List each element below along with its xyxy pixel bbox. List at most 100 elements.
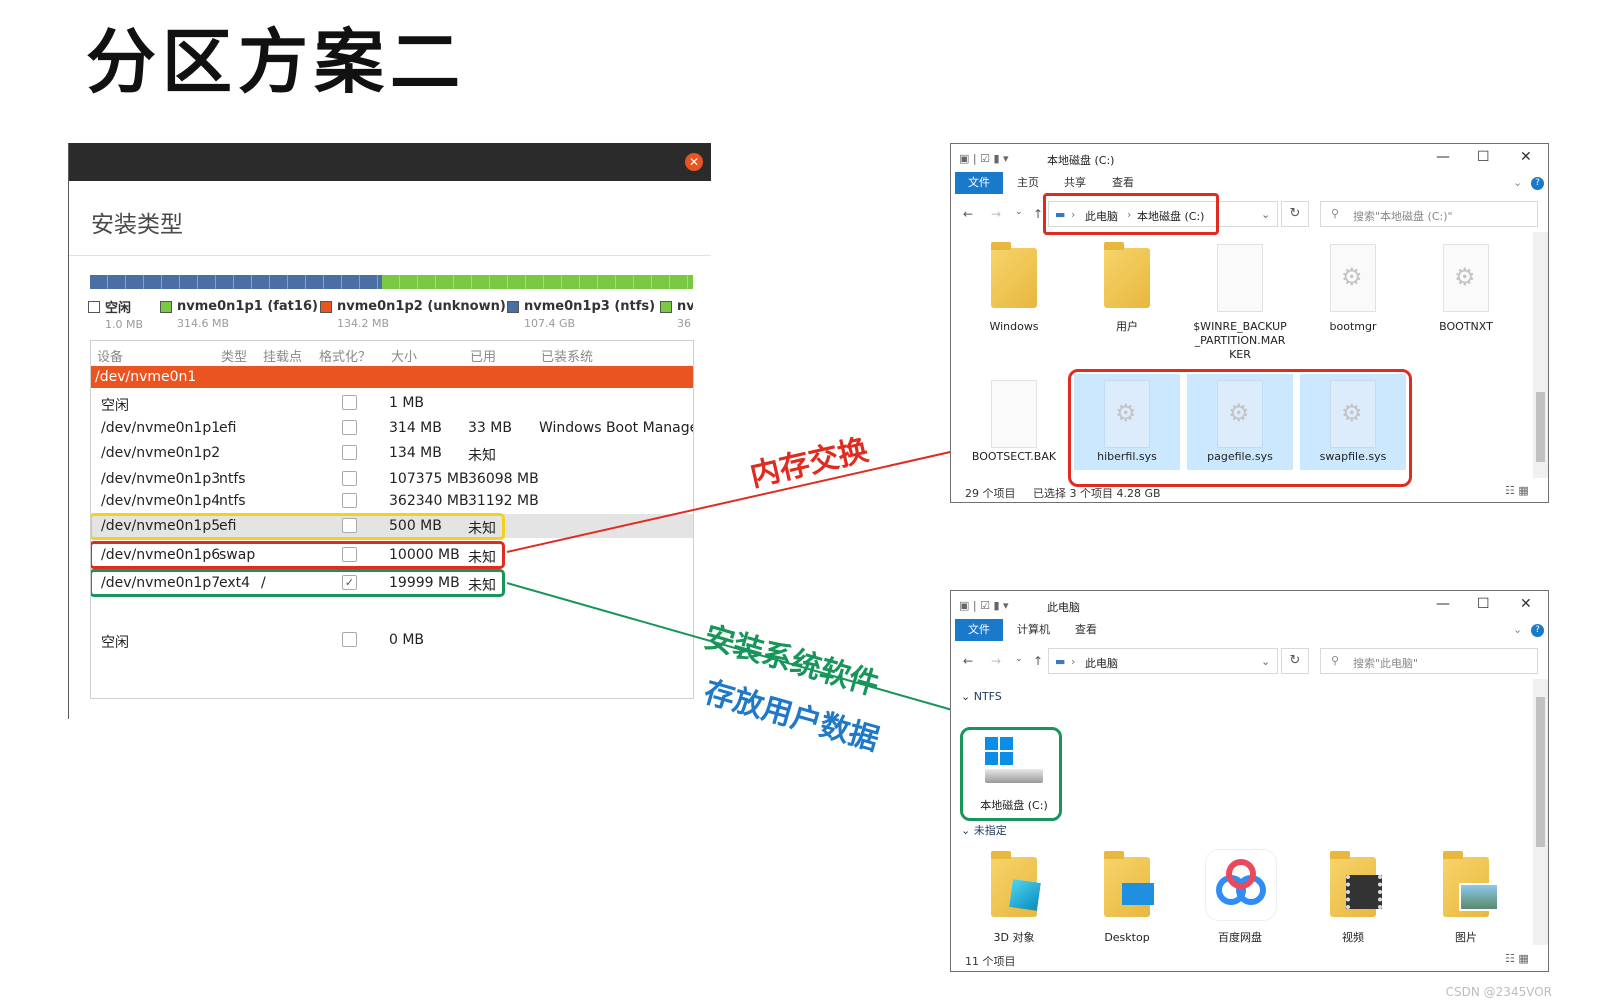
folder-item[interactable]: 图片 bbox=[1413, 849, 1519, 945]
help-icon[interactable]: ? bbox=[1531, 177, 1544, 190]
address-bar[interactable]: ▬ › 此电脑 ⌄ bbox=[1048, 648, 1278, 674]
view-toggle-icons[interactable]: ☷ ▦ bbox=[1505, 952, 1529, 965]
file-item[interactable]: ⚙ bootmgr bbox=[1300, 240, 1406, 336]
forward-arrow-icon[interactable]: → bbox=[991, 654, 1001, 668]
folder-item[interactable]: Desktop bbox=[1074, 849, 1180, 945]
chevron-down-icon[interactable]: ⌄ bbox=[1261, 208, 1270, 221]
forward-arrow-icon[interactable]: → bbox=[991, 207, 1001, 221]
search-input[interactable]: ⚲ 搜索"本地磁盘 (C:)" bbox=[1320, 201, 1538, 227]
item-label: Windows bbox=[989, 320, 1039, 333]
tab-home[interactable]: 主页 bbox=[1017, 172, 1039, 194]
tab-computer[interactable]: 计算机 bbox=[1017, 619, 1050, 641]
folder-desktop-icon bbox=[1104, 851, 1154, 917]
folder-item[interactable]: 百度网盘 bbox=[1187, 849, 1293, 945]
file-item[interactable]: ⚙ BOOTNXT bbox=[1413, 240, 1519, 336]
maximize-icon[interactable]: ☐ bbox=[1477, 596, 1490, 612]
search-placeholder: 搜索"此电脑" bbox=[1353, 657, 1419, 670]
folder-3d-objects-icon bbox=[991, 851, 1041, 917]
scrollbar[interactable] bbox=[1533, 232, 1548, 478]
group-label: 未指定 bbox=[973, 824, 1007, 837]
search-icon: ⚲ bbox=[1331, 654, 1340, 667]
watermark-bottom: CSDN @2345VOR bbox=[1445, 985, 1552, 999]
file-icon bbox=[1217, 244, 1263, 312]
file-icon bbox=[991, 380, 1037, 448]
window-title: 此电脑 bbox=[1047, 601, 1080, 614]
scrollbar-thumb[interactable] bbox=[1536, 697, 1545, 847]
explorer-window-c: ▣ | ☑ ▮ ▾ 本地磁盘 (C:) — ☐ ✕ 文件 主页 共享 查看 ⌄ … bbox=[950, 143, 1549, 503]
item-label: BOOTNXT bbox=[1439, 320, 1493, 333]
refresh-icon[interactable]: ↻ bbox=[1281, 648, 1309, 674]
close-icon[interactable]: ✕ bbox=[1520, 149, 1532, 165]
maximize-icon[interactable]: ☐ bbox=[1477, 149, 1490, 165]
up-arrow-icon[interactable]: ↑ bbox=[1033, 207, 1043, 221]
item-label: 图片 bbox=[1455, 931, 1477, 944]
baidu-netdisk-icon bbox=[1205, 849, 1277, 921]
chevron-right-icon: › bbox=[1071, 655, 1076, 668]
window-title: 本地磁盘 (C:) bbox=[1047, 154, 1115, 167]
tab-view[interactable]: 查看 bbox=[1112, 172, 1134, 194]
search-input[interactable]: ⚲ 搜索"此电脑" bbox=[1320, 648, 1538, 674]
chevron-down-icon: ⌄ bbox=[961, 690, 974, 703]
tab-file[interactable]: 文件 bbox=[955, 619, 1003, 641]
item-label: 视频 bbox=[1342, 931, 1364, 944]
folder-item[interactable]: 3D 对象 bbox=[961, 849, 1067, 945]
scrollbar[interactable] bbox=[1533, 679, 1548, 945]
system-file-icon: ⚙ bbox=[1443, 244, 1489, 312]
folder-icon bbox=[1104, 242, 1150, 308]
item-label: 百度网盘 bbox=[1218, 931, 1262, 944]
folder-icon bbox=[991, 242, 1037, 308]
status-item-count: 11 个项目 bbox=[965, 955, 1016, 968]
group-header-unassigned[interactable]: ⌄ 未指定 bbox=[961, 822, 1007, 838]
navigation-bar: ← → ⌄ ↑ ▬ › 此电脑 › 本地磁盘 (C:) ⌄ ↻ ⚲ 搜索"本地磁… bbox=[951, 199, 1548, 229]
window-titlebar: ▣ | ☑ ▮ ▾ 本地磁盘 (C:) — ☐ ✕ bbox=[951, 144, 1548, 172]
chevron-down-icon: ⌄ bbox=[961, 824, 974, 837]
recent-dropdown-icon[interactable]: ⌄ bbox=[1015, 654, 1023, 664]
item-label: bootmgr bbox=[1329, 320, 1377, 333]
folder-videos-icon bbox=[1330, 851, 1382, 917]
breadcrumb-item[interactable]: 此电脑 bbox=[1085, 655, 1118, 671]
close-icon[interactable]: ✕ bbox=[1520, 596, 1532, 612]
folder-item[interactable]: 用户 bbox=[1074, 240, 1180, 336]
search-icon: ⚲ bbox=[1331, 207, 1340, 220]
item-label: 3D 对象 bbox=[993, 931, 1035, 944]
view-toggle-icons[interactable]: ☷ ▦ bbox=[1505, 484, 1529, 497]
ribbon-tabs: 文件 主页 共享 查看 ⌄ ? bbox=[951, 172, 1548, 194]
item-label: Desktop bbox=[1104, 931, 1150, 944]
group-header-ntfs[interactable]: ⌄ NTFS bbox=[961, 690, 1002, 703]
highlight-drive bbox=[960, 727, 1062, 821]
recent-dropdown-icon[interactable]: ⌄ bbox=[1015, 207, 1023, 217]
search-placeholder: 搜索"本地磁盘 (C:)" bbox=[1353, 210, 1453, 223]
up-arrow-icon[interactable]: ↑ bbox=[1033, 654, 1043, 668]
quick-access-toolbar[interactable]: ▣ | ☑ ▮ ▾ bbox=[959, 152, 1009, 165]
file-item[interactable]: $WINRE_BACKUP_PARTITION.MARKER bbox=[1187, 240, 1293, 370]
pc-icon: ▬ bbox=[1055, 655, 1066, 668]
status-item-count: 29 个项目 bbox=[965, 487, 1016, 500]
tab-file[interactable]: 文件 bbox=[955, 172, 1003, 194]
minimize-icon[interactable]: — bbox=[1436, 149, 1450, 165]
file-item[interactable]: BOOTSECT.BAK bbox=[961, 374, 1067, 470]
explorer-window-pc: ▣ | ☑ ▮ ▾ 此电脑 — ☐ ✕ 文件 计算机 查看 ⌄ ? ← → ⌄ … bbox=[950, 590, 1549, 972]
status-selection: 已选择 3 个项目 4.28 GB bbox=[1033, 487, 1161, 500]
back-arrow-icon[interactable]: ← bbox=[963, 654, 973, 668]
minimize-icon[interactable]: — bbox=[1436, 596, 1450, 612]
tab-share[interactable]: 共享 bbox=[1064, 172, 1086, 194]
highlight-address bbox=[1043, 193, 1219, 235]
chevron-down-icon[interactable]: ⌄ bbox=[1261, 655, 1270, 668]
back-arrow-icon[interactable]: ← bbox=[963, 207, 973, 221]
folder-item[interactable]: 视频 bbox=[1300, 849, 1406, 945]
folder-item[interactable]: Windows bbox=[961, 240, 1067, 336]
window-titlebar: ▣ | ☑ ▮ ▾ 此电脑 — ☐ ✕ bbox=[951, 591, 1548, 619]
gear-icon: ⚙ bbox=[1454, 263, 1476, 291]
group-label: NTFS bbox=[973, 690, 1002, 703]
tab-view[interactable]: 查看 bbox=[1075, 619, 1097, 641]
navigation-bar: ← → ⌄ ↑ ▬ › 此电脑 ⌄ ↻ ⚲ 搜索"此电脑" bbox=[951, 646, 1548, 676]
quick-access-toolbar[interactable]: ▣ | ☑ ▮ ▾ bbox=[959, 599, 1009, 612]
refresh-icon[interactable]: ↻ bbox=[1281, 201, 1309, 227]
item-label: BOOTSECT.BAK bbox=[971, 450, 1057, 463]
folder-pictures-icon bbox=[1443, 851, 1499, 917]
help-icon[interactable]: ? bbox=[1531, 624, 1544, 637]
item-label: 用户 bbox=[1116, 320, 1138, 333]
scrollbar-thumb[interactable] bbox=[1536, 392, 1545, 462]
chevron-down-icon[interactable]: ⌄ bbox=[1513, 619, 1522, 641]
chevron-down-icon[interactable]: ⌄ bbox=[1513, 172, 1522, 194]
